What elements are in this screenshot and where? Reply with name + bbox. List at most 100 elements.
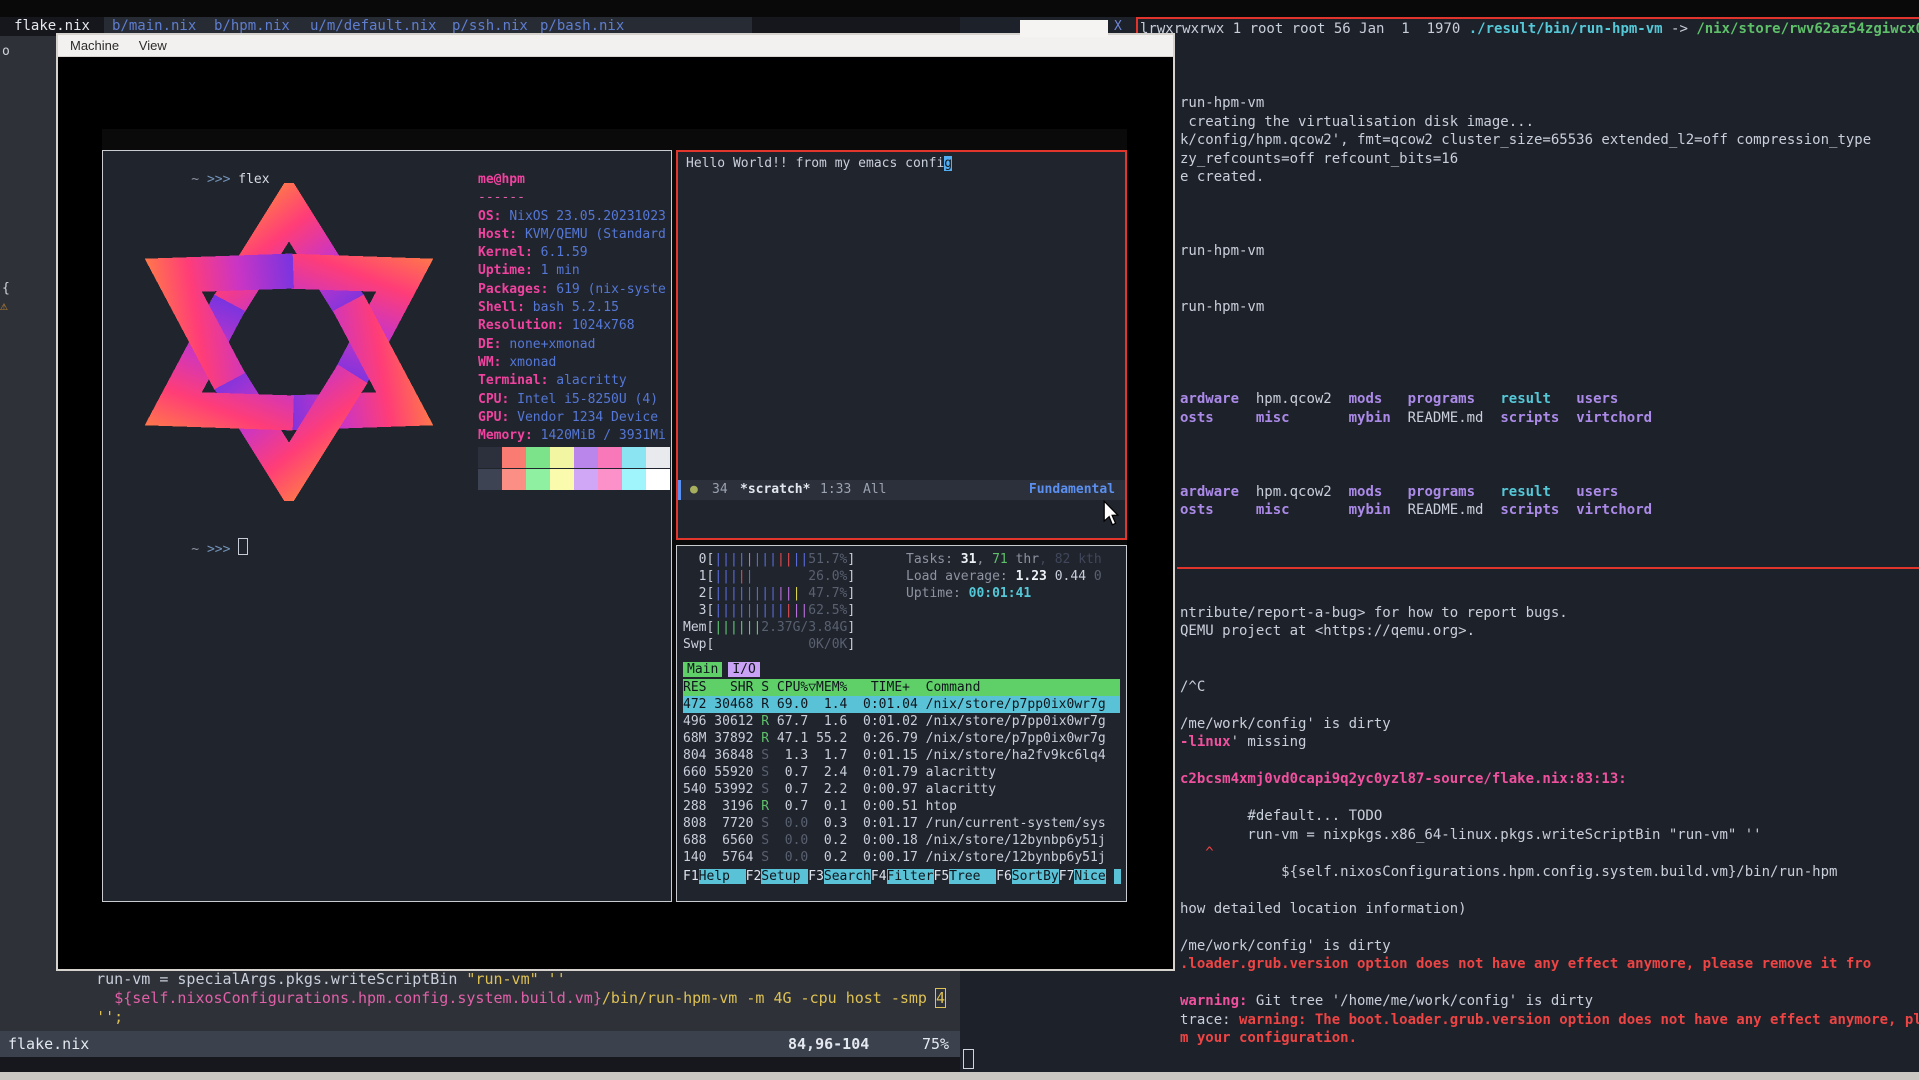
text-segment: , [976, 552, 992, 567]
text-line: run-hpm-vm [1140, 94, 1919, 113]
text-line: 688 6560 S 0.0 0.2 0:00.18 /nix/store/12… [683, 832, 1120, 849]
text-line: Uptime: 00:01:41 [906, 585, 1102, 602]
text-segment: 1 [683, 569, 706, 584]
text-line: lrwxrwxrwx 1 root root 56 Jan 1 1970 ./r… [1140, 20, 1919, 39]
text-segment: run-hpm-vm [1180, 299, 1264, 315]
text-segment: how detailed location information) [1180, 901, 1467, 917]
vm-neofetch-terminal[interactable]: ~ >>> flex [102, 150, 672, 902]
text-line: Packages: 619 (nix-syste [478, 281, 666, 299]
text-line: Terminal: alacritty [478, 372, 666, 390]
text-line [1140, 427, 1919, 446]
text-line: DE: none+xmonad [478, 336, 666, 354]
color-swatch [622, 447, 646, 468]
text-segment: /^C [1180, 679, 1205, 695]
vm-htop-pane[interactable]: 0[||||||||||||51.7%] 1[||||| 26.0%] 2[||… [676, 545, 1127, 902]
text-segment: Load average: [906, 569, 1016, 584]
text-line: 0[||||||||||||51.7%] [683, 551, 855, 568]
text-segment: 2 [683, 586, 706, 601]
text-segment: 0.0 [769, 850, 808, 865]
text-line: run-vm = specialArgs.pkgs.writeScriptBin… [60, 970, 945, 989]
text-segment [1382, 391, 1407, 407]
shell-cursor [238, 538, 248, 555]
htop-tab-io[interactable]: I/O [728, 662, 759, 677]
text-segment: 660 55920 [683, 765, 761, 780]
text-segment: |||||||| [714, 586, 777, 601]
text-segment: 51.7% [808, 552, 847, 567]
text-segment: Tasks: [906, 552, 961, 567]
modeline-state-icon: ● [690, 480, 698, 500]
text-line: GPU: Vendor 1234 Device [478, 409, 666, 427]
text-segment: none+xmonad [509, 337, 595, 352]
modeline-accent-bar [678, 480, 681, 500]
text-line: Uptime: 1 min [478, 262, 666, 280]
text-segment: mybin [1349, 410, 1391, 426]
text-line: k/config/hpm.qcow2', fmt=qcow2 cluster_s… [1140, 131, 1919, 150]
htop-table-header[interactable]: RES SHR S CPU%▽MEM% TIME+ Command [683, 679, 1120, 696]
text-segment: 0 [683, 552, 706, 567]
text-segment: Swp [683, 637, 706, 652]
menu-view[interactable]: View [131, 35, 175, 56]
text-segment: ] [847, 620, 855, 635]
text-line: 1[||||| 26.0%] [683, 568, 855, 585]
text-line [1180, 752, 1919, 771]
text-segment: run-vm = nixpkgs.x86_64-linux.pkgs.write… [1180, 827, 1762, 843]
text-segment: ardware [1180, 484, 1239, 500]
text-line [1180, 585, 1919, 604]
terminal-output-bottom: ntribute/report-a-bug> for how to report… [1180, 585, 1919, 1048]
text-segment: 62.5% [808, 603, 847, 618]
text-line: 540 53992 S 0.7 2.2 0:00.97 alacritty [683, 781, 1120, 798]
vm-screen[interactable]: ~ >>> flex [102, 129, 1127, 902]
htop-tab-main[interactable]: Main [683, 662, 722, 677]
color-swatch [550, 469, 574, 490]
text-segment: 0 [1094, 569, 1102, 584]
text-segment: S [761, 850, 769, 865]
close-icon[interactable]: X [1114, 19, 1122, 34]
vm-status-bar [102, 129, 1127, 148]
color-swatch [502, 447, 526, 468]
text-segment: 0.2 0:00.18 /nix/store/12bynbp6y51j [808, 833, 1105, 848]
text-segment: osts [1180, 410, 1214, 426]
text-segment: || [777, 552, 793, 567]
text-line: /me/work/config' is dirty [1180, 715, 1919, 734]
nixos-logo-icon [115, 183, 463, 501]
text-segment: F7 [1059, 869, 1075, 884]
color-swatch [598, 447, 622, 468]
vm-emacs-pane[interactable]: Hello World!! from my emacs config ● 34 … [676, 150, 1127, 540]
text-segment: /bin/run-hpm-vm -m 4G -cpu host -smp [602, 989, 936, 1007]
text-line: /me/work/config' is dirty [1180, 937, 1919, 956]
text-segment: Hello World!! from my emacs confi [686, 156, 944, 171]
text-segment: 1.3 1.7 0:01.15 /nix/store/ha2fv9kc6lq4 [769, 748, 1106, 763]
htop-process-table[interactable]: 472 30468 R 69.0 1.4 0:01.04 /nix/store/… [683, 696, 1120, 866]
text-segment: 1024x768 [572, 318, 635, 333]
qemu-menu-bar: Machine View [58, 35, 1173, 57]
color-swatch [646, 447, 670, 468]
text-segment: Uptime: [906, 586, 969, 601]
text-line [1140, 261, 1919, 280]
text-segment: R [761, 799, 769, 814]
text-segment: F5 [934, 869, 950, 884]
text-segment: Nice [1074, 869, 1105, 884]
text-segment [1214, 502, 1256, 518]
text-segment: programs [1408, 391, 1475, 407]
text-line [1140, 57, 1919, 76]
text-segment: R [761, 731, 769, 746]
menu-machine[interactable]: Machine [62, 35, 127, 56]
text-segment: Vendor 1234 Device [517, 410, 658, 425]
text-segment [1559, 502, 1576, 518]
color-swatch [526, 469, 550, 490]
text-line: ^ [1180, 844, 1919, 863]
text-line: zy_refcounts=off refcount_bits=16 [1140, 150, 1919, 169]
text-line: how detailed location information) [1180, 900, 1919, 919]
text-segment [1332, 391, 1349, 407]
qemu-vm-window[interactable]: Machine View ~ >>> flex [56, 33, 1175, 971]
text-line: ''; [60, 1008, 945, 1027]
text-segment: DE: [478, 337, 509, 352]
text-segment [1551, 391, 1576, 407]
text-line: ${self.nixosConfigurations.hpm.config.sy… [60, 989, 945, 1008]
htop-function-key-bar[interactable]: F1Help F2Setup F3SearchF4FilterF5Tree F6… [683, 868, 1121, 885]
editor-edge-glyph: { [2, 281, 10, 296]
text-segment [1475, 391, 1500, 407]
text-line: Memory: 1420MiB / 3931Mi [478, 427, 666, 445]
text-segment [1290, 410, 1349, 426]
mouse-cursor [1102, 500, 1120, 526]
